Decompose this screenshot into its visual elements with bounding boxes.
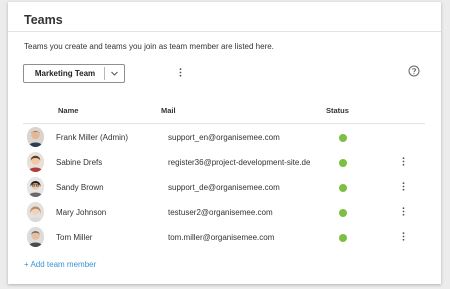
status-indicator bbox=[339, 209, 347, 217]
status-indicator bbox=[339, 184, 347, 192]
column-header-name: Name bbox=[58, 106, 79, 115]
avatar bbox=[27, 227, 44, 247]
row-more-options-icon[interactable] bbox=[399, 182, 407, 194]
table-row: Sandy Brown support_de@organisemee.com bbox=[8, 175, 441, 200]
column-header-status: Status bbox=[326, 106, 349, 115]
avatar bbox=[27, 152, 44, 172]
status-indicator bbox=[339, 134, 347, 142]
row-more-options-icon[interactable] bbox=[399, 232, 407, 244]
add-team-member-link[interactable]: + Add team member bbox=[24, 260, 96, 269]
table-row: Frank Miller (Admin) support_en@organise… bbox=[8, 125, 441, 150]
member-mail: register36@project-development-site.de bbox=[168, 158, 311, 167]
team-select-dropdown[interactable]: Marketing Team bbox=[23, 64, 125, 83]
avatar bbox=[27, 177, 44, 197]
member-mail: support_de@organisemee.com bbox=[168, 183, 280, 192]
table-row: Sabine Drefs register36@project-developm… bbox=[8, 150, 441, 175]
teams-card: Teams Teams you create and teams you joi… bbox=[8, 2, 441, 284]
page-title: Teams bbox=[24, 13, 63, 27]
member-name: Mary Johnson bbox=[56, 208, 107, 217]
team-select-value: Marketing Team bbox=[34, 69, 96, 78]
status-indicator bbox=[339, 234, 347, 242]
header-divider bbox=[8, 31, 441, 32]
table-row: Mary Johnson testuser2@organisemee.com bbox=[8, 200, 441, 225]
row-more-options-icon[interactable] bbox=[399, 157, 407, 169]
avatar bbox=[27, 127, 44, 147]
member-name: Sandy Brown bbox=[56, 183, 104, 192]
status-indicator bbox=[339, 159, 347, 167]
question-circle-icon[interactable] bbox=[408, 64, 420, 77]
member-mail: support_en@organisemee.com bbox=[168, 133, 280, 142]
row-more-options-icon[interactable] bbox=[399, 207, 407, 219]
member-mail: tom.miller@organisemee.com bbox=[168, 233, 275, 242]
table-row: Tom Miller tom.miller@organisemee.com bbox=[8, 225, 441, 250]
avatar bbox=[27, 202, 44, 222]
column-header-mail: Mail bbox=[161, 106, 176, 115]
member-mail: testuser2@organisemee.com bbox=[168, 208, 273, 217]
member-name: Sabine Drefs bbox=[56, 158, 103, 167]
page-description: Teams you create and teams you join as t… bbox=[24, 42, 274, 51]
chevron-down-icon bbox=[105, 69, 124, 78]
table-header-divider bbox=[23, 123, 425, 124]
team-more-options-icon[interactable] bbox=[176, 68, 184, 80]
member-name: Frank Miller (Admin) bbox=[56, 133, 129, 142]
member-name: Tom Miller bbox=[56, 233, 93, 242]
